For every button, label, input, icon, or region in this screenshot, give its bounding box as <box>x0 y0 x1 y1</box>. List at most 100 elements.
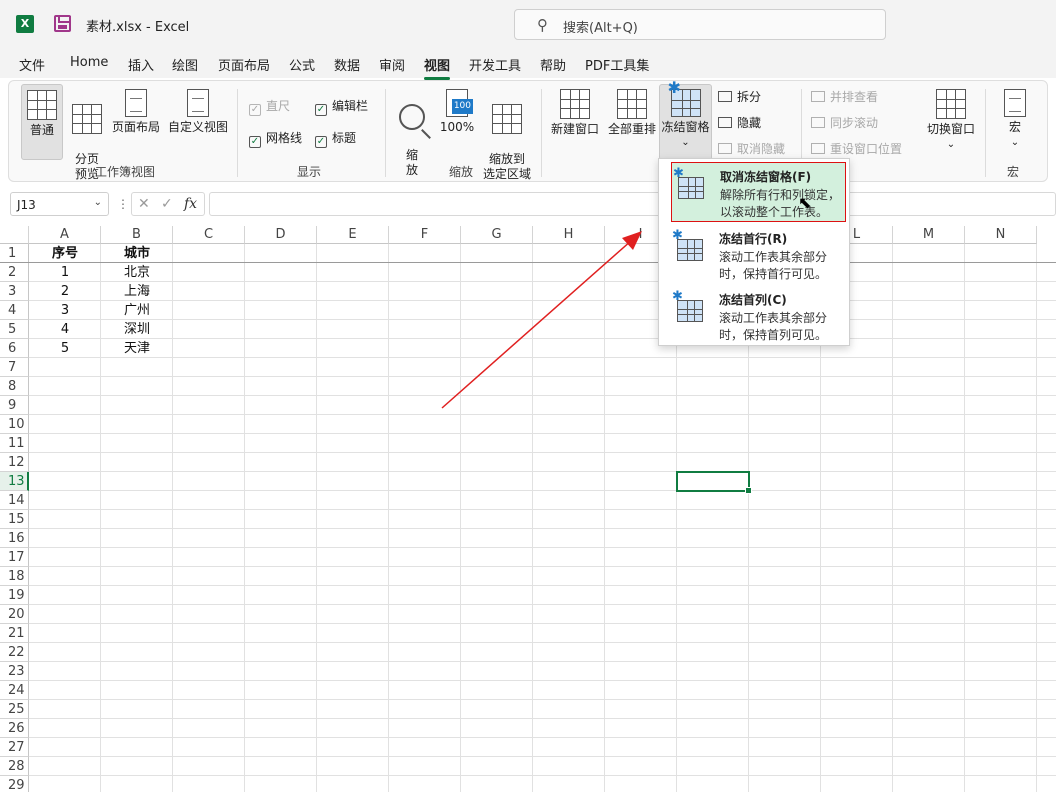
save-icon[interactable] <box>54 15 71 32</box>
cell-a4[interactable]: 3 <box>29 301 101 320</box>
row-header-23[interactable]: 23 <box>0 662 29 681</box>
hide-button[interactable]: 隐藏 <box>718 114 761 131</box>
freeze-panes-button[interactable]: ✱ 冻结窗格 ⌄ <box>659 80 712 160</box>
cell-a5[interactable]: 4 <box>29 320 101 339</box>
zoom-button[interactable]: 缩 放 <box>395 89 429 177</box>
column-header-a[interactable]: A <box>29 226 101 244</box>
row-header-13[interactable]: 13 <box>0 472 29 491</box>
cell-a6[interactable]: 5 <box>29 339 101 358</box>
column-header-h[interactable]: H <box>533 226 605 244</box>
cell-b3[interactable]: 上海 <box>101 282 173 301</box>
insert-function-icon[interactable]: fx <box>184 196 197 212</box>
column-header-m[interactable]: M <box>893 226 965 244</box>
row-header-6[interactable]: 6 <box>0 339 29 358</box>
tab-page-layout[interactable]: 页面布局 <box>218 55 270 74</box>
view-side-by-side-button[interactable]: 并排查看 <box>811 88 878 105</box>
tab-file[interactable]: 文件 <box>19 55 45 74</box>
headings-checkbox[interactable]: ✓ 标题 <box>315 129 356 148</box>
row-header-24[interactable]: 24 <box>0 681 29 700</box>
arrange-all-button[interactable]: 全部重排 <box>605 89 659 159</box>
unhide-button[interactable]: 取消隐藏 <box>718 140 785 157</box>
menu-item-freeze-top-row[interactable]: 冻结首行(R) 滚动工作表其余部分时，保持首行可见。 <box>671 225 846 285</box>
row-header-21[interactable]: 21 <box>0 624 29 643</box>
row-header-25[interactable]: 25 <box>0 700 29 719</box>
tab-view[interactable]: 视图 <box>424 55 451 80</box>
tab-home[interactable]: Home <box>70 55 108 70</box>
row-header-18[interactable]: 18 <box>0 567 29 586</box>
enter-icon[interactable]: ✓ <box>161 196 173 212</box>
row-header-16[interactable]: 16 <box>0 529 29 548</box>
ruler-checkbox[interactable]: ✓ 直尺 <box>249 97 290 116</box>
row-header-5[interactable]: 5 <box>0 320 29 339</box>
cell-b5[interactable]: 深圳 <box>101 320 173 339</box>
cell-b4[interactable]: 广州 <box>101 301 173 320</box>
menu-item-freeze-first-column[interactable]: 冻结首列(C) 滚动工作表其余部分时，保持首列可见。 <box>671 286 846 346</box>
row-header-26[interactable]: 26 <box>0 719 29 738</box>
cell-b2[interactable]: 北京 <box>101 263 173 282</box>
tab-pdf-tools[interactable]: PDF工具集 <box>585 55 649 74</box>
page-layout-view-button[interactable]: 页面布局 <box>109 89 163 159</box>
column-header-n[interactable]: N <box>965 226 1037 244</box>
row-header-19[interactable]: 19 <box>0 586 29 605</box>
row-header-17[interactable]: 17 <box>0 548 29 567</box>
zoom-100-button[interactable]: 100 100% <box>438 89 476 159</box>
formula-bar-checkbox[interactable]: ✓ 编辑栏 <box>315 97 368 116</box>
tab-draw[interactable]: 绘图 <box>172 55 198 74</box>
row-header-1[interactable]: 1 <box>0 244 29 263</box>
column-header-b[interactable]: B <box>101 226 173 244</box>
column-header-g[interactable]: G <box>461 226 533 244</box>
normal-view-button[interactable]: 普通 <box>21 84 63 160</box>
row-header-10[interactable]: 10 <box>0 415 29 434</box>
row-header-22[interactable]: 22 <box>0 643 29 662</box>
row-header-12[interactable]: 12 <box>0 453 29 472</box>
row-header-2[interactable]: 2 <box>0 263 29 282</box>
cell-b6[interactable]: 天津 <box>101 339 173 358</box>
chevron-down-icon[interactable]: ⌄ <box>94 197 102 208</box>
formula-bar-label: 编辑栏 <box>332 99 369 113</box>
column-header-c[interactable]: C <box>173 226 245 244</box>
column-header-d[interactable]: D <box>245 226 317 244</box>
row-header-4[interactable]: 4 <box>0 301 29 320</box>
column-header-f[interactable]: F <box>389 226 461 244</box>
tab-formulas[interactable]: 公式 <box>289 55 315 74</box>
select-all-corner[interactable] <box>0 226 29 244</box>
menu-item-unfreeze-panes[interactable]: 取消冻结窗格(F) 解除所有行和列锁定，以滚动整个工作表。 <box>671 162 846 222</box>
worksheet-grid[interactable]: ABCDEFGHIJKLMN12345678910111213141516171… <box>0 226 1056 792</box>
zoom-to-selection-button[interactable]: 缩放到 选定区域 <box>479 89 535 181</box>
row-header-14[interactable]: 14 <box>0 491 29 510</box>
row-header-3[interactable]: 3 <box>0 282 29 301</box>
row-header-28[interactable]: 28 <box>0 757 29 776</box>
custom-views-button[interactable]: 自定义视图 <box>166 89 230 159</box>
new-window-button[interactable]: 新建窗口 <box>548 89 602 159</box>
tab-data[interactable]: 数据 <box>334 55 360 74</box>
cell-a1[interactable]: 序号 <box>29 244 101 263</box>
formula-input[interactable] <box>209 192 1056 216</box>
row-header-7[interactable]: 7 <box>0 358 29 377</box>
row-header-15[interactable]: 15 <box>0 510 29 529</box>
tab-help[interactable]: 帮助 <box>540 55 566 74</box>
cell-a2[interactable]: 1 <box>29 263 101 282</box>
row-header-9[interactable]: 9 <box>0 396 29 415</box>
row-header-11[interactable]: 11 <box>0 434 29 453</box>
switch-windows-button[interactable]: 切换窗口 ⌄ <box>924 89 978 159</box>
row-header-29[interactable]: 29 <box>0 776 29 792</box>
split-button[interactable]: 拆分 <box>718 88 761 105</box>
tab-developer[interactable]: 开发工具 <box>469 55 521 74</box>
sync-scroll-button[interactable]: 同步滚动 <box>811 114 878 131</box>
cell-b1[interactable]: 城市 <box>101 244 173 263</box>
row-header-8[interactable]: 8 <box>0 377 29 396</box>
macros-button[interactable]: 宏 ⌄ <box>995 89 1035 159</box>
row-header-27[interactable]: 27 <box>0 738 29 757</box>
column-header-e[interactable]: E <box>317 226 389 244</box>
page-break-preview-button[interactable]: 分页 预览 <box>69 89 105 181</box>
gridlines-checkbox[interactable]: ✓ 网格线 <box>249 129 302 148</box>
cancel-icon[interactable]: ✕ <box>138 196 150 212</box>
row-header-20[interactable]: 20 <box>0 605 29 624</box>
search-input[interactable]: ⚲ 搜索(Alt+Q) <box>514 9 886 40</box>
name-box[interactable]: J13 ⌄ <box>10 192 109 216</box>
cell-a3[interactable]: 2 <box>29 282 101 301</box>
tab-insert[interactable]: 插入 <box>128 55 154 74</box>
tab-review[interactable]: 审阅 <box>379 55 405 74</box>
active-cell-selection[interactable] <box>676 471 752 494</box>
reset-window-position-button[interactable]: 重设窗口位置 <box>811 140 902 157</box>
